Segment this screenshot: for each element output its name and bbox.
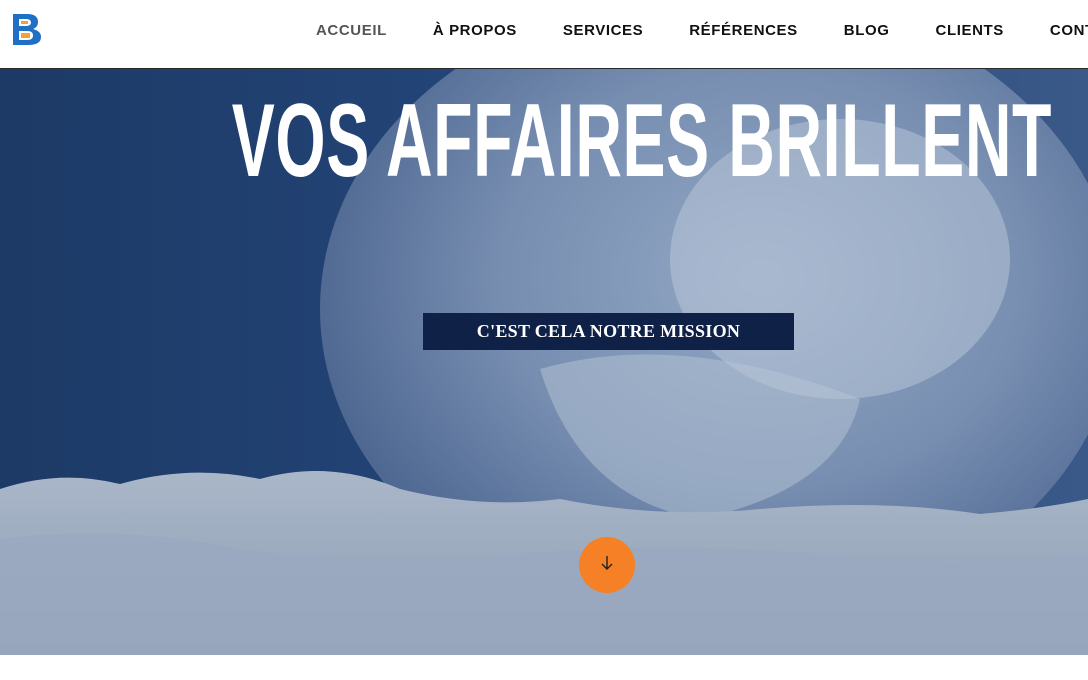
b-logo-icon[interactable]	[10, 12, 44, 46]
main-nav: ACCUEIL À PROPOS SERVICES RÉFÉRENCES BLO…	[316, 0, 1088, 60]
arrow-down-icon	[599, 555, 615, 576]
nav-item-references[interactable]: RÉFÉRENCES	[689, 22, 798, 39]
nav-item-accueil[interactable]: ACCUEIL	[316, 22, 387, 39]
nav-item-blog[interactable]: BLOG	[844, 22, 890, 39]
hero-section: VOS AFFAIRES BRILLENT C'EST CELA NOTRE M…	[0, 69, 1088, 655]
nav-item-services[interactable]: SERVICES	[563, 22, 643, 39]
nav-item-contact[interactable]: CONTACT	[1050, 22, 1088, 39]
hero-title: VOS AFFAIRES BRILLENT	[231, 83, 1053, 199]
site-header: ACCUEIL À PROPOS SERVICES RÉFÉRENCES BLO…	[0, 0, 1088, 69]
nav-item-a-propos[interactable]: À PROPOS	[433, 22, 517, 39]
scroll-down-button[interactable]	[579, 537, 635, 593]
mission-banner: C'EST CELA NOTRE MISSION	[423, 313, 794, 350]
page-bottom-area	[0, 655, 1088, 680]
mission-text: C'EST CELA NOTRE MISSION	[476, 321, 741, 341]
nav-item-clients[interactable]: CLIENTS	[936, 22, 1004, 39]
